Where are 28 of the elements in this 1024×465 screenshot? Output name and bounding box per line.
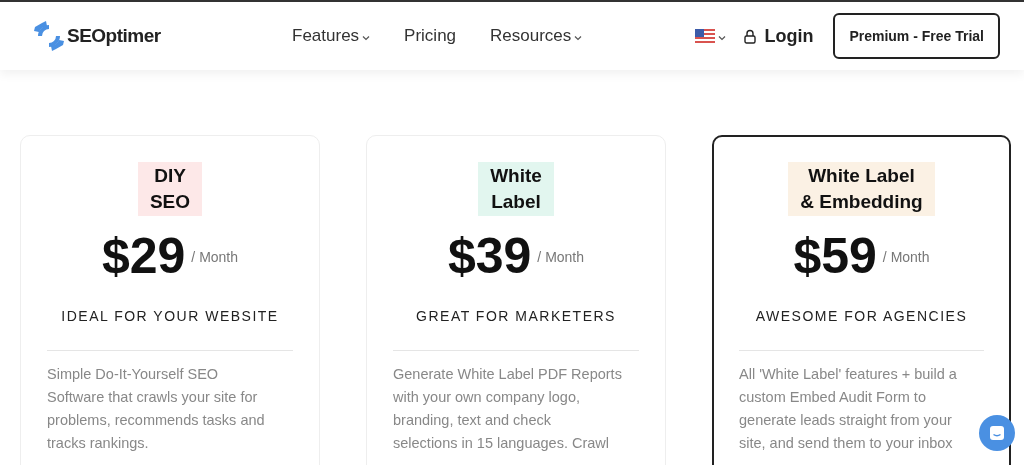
plan-name-badge: White Label & Embedding bbox=[788, 162, 935, 216]
flag-icon bbox=[695, 29, 716, 43]
plan-tagline: GREAT FOR MARKETERS bbox=[416, 307, 616, 326]
chat-icon bbox=[989, 425, 1005, 441]
nav-link[interactable]: Pricing bbox=[404, 23, 457, 49]
plan-description: Simple Do-It-Yourself SEO Software that crawls your site for problems, recommends tasks and tracks rankings. bbox=[47, 365, 265, 453]
plan-description: All 'White Label' features + build a custom Embed Audit Form to generate leads straight from your site, and send them to your inbox bbox=[739, 365, 957, 453]
price: $29 bbox=[101, 228, 186, 284]
plan-tagline: IDEAL FOR YOUR WEBSITE bbox=[61, 307, 279, 326]
logo-text: SEOptimer bbox=[67, 23, 161, 48]
lock-icon bbox=[744, 28, 757, 44]
price: $59 bbox=[793, 228, 877, 284]
free-trial-button[interactable]: Premium - Free Trial bbox=[833, 13, 1000, 59]
nav-link[interactable]: Features bbox=[292, 23, 371, 49]
logo-icon bbox=[32, 19, 66, 53]
language-selector[interactable] bbox=[695, 29, 727, 43]
chat-button[interactable] bbox=[979, 415, 1015, 451]
plan-name-badge: DIY SEO bbox=[137, 162, 203, 216]
plan-description: Generate White Label PDF Reports with your own company logo, branding, text and check selections in 15 languages. Crawl bbox=[393, 365, 622, 453]
caret-icon bbox=[718, 34, 727, 41]
price-period: / Month bbox=[191, 248, 239, 267]
price: $39 bbox=[447, 228, 532, 284]
login-link[interactable]: Login bbox=[744, 22, 814, 50]
price-period: / Month bbox=[537, 248, 585, 267]
plan-tagline: AWESOME FOR AGENCIES bbox=[755, 307, 968, 326]
plan-name-badge: White Label bbox=[478, 162, 554, 216]
price-period: / Month bbox=[882, 248, 930, 267]
nav-link[interactable]: Resources bbox=[490, 23, 583, 49]
